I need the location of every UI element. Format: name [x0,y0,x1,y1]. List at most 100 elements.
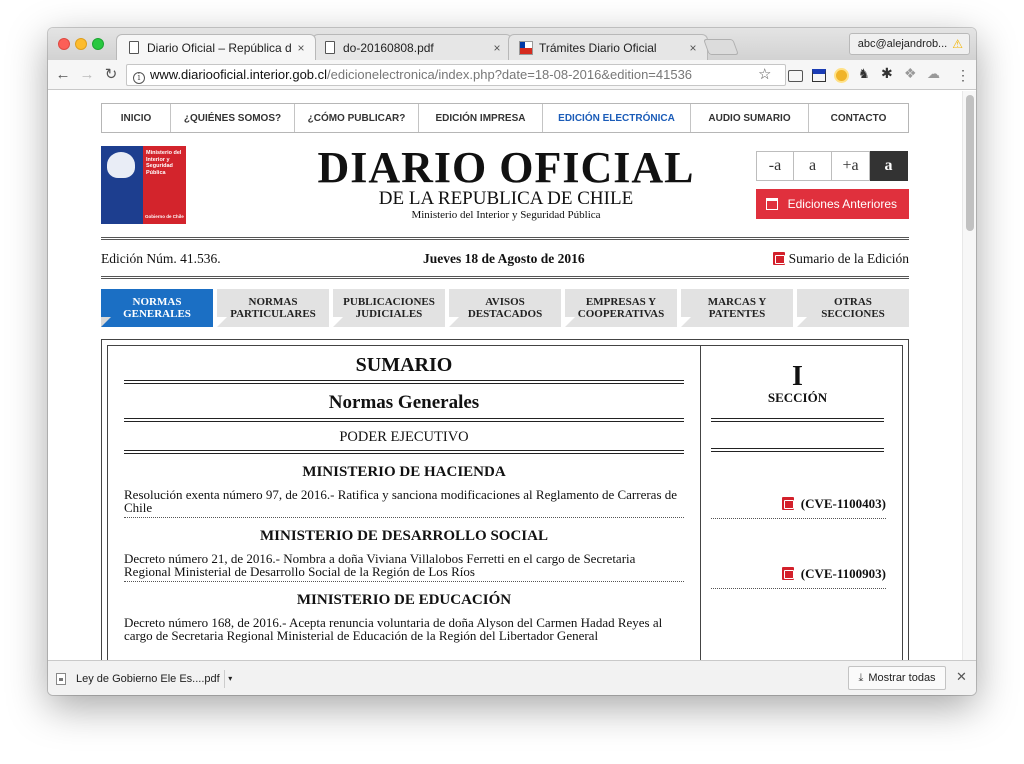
norm-entry-text[interactable]: Resolución exenta número 97, de 2016.- R… [124,488,684,516]
tab-line: GENERALES [123,308,191,320]
menu-dots-icon[interactable]: ⋮ [956,65,970,85]
sumario-main-column: SUMARIO Normas Generales PODER EJECUTIVO… [124,346,684,644]
font-contrast-button[interactable]: a [870,151,908,181]
cloud-extension-icon[interactable]: ☁ [927,66,941,81]
tab-empresas-cooperativas[interactable]: EMPRESAS Y COOPERATIVAS [565,289,677,327]
download-item[interactable]: Ley de Gobierno Ele Es....pdf ▾ [56,668,236,689]
close-tab-icon[interactable]: × [295,41,307,55]
divider [124,380,684,384]
nav-contacto[interactable]: CONTACTO [809,104,908,132]
page-icon [129,41,139,54]
tab-avisos-destacados[interactable]: AVISOS DESTACADOS [449,289,561,327]
profile-button[interactable]: abc@alejandrob... ⚠ [848,33,970,55]
cve-label: (CVE-1100403) [800,496,886,511]
dotted-divider [124,517,684,518]
norm-entry-text[interactable]: Decreto número 21, de 2016.- Nombra a do… [124,552,684,580]
tab-tramites[interactable]: Trámites Diario Oficial × [508,34,708,60]
close-window-button[interactable] [58,38,70,50]
section-label: SECCIÓN [767,390,828,405]
forward-arrow-icon[interactable]: → [78,65,96,85]
zoom-window-button[interactable] [92,38,104,50]
tab-otras-secciones[interactable]: OTRAS SECCIONES [797,289,909,327]
dropbox-icon[interactable]: ❖ [904,65,918,81]
dotted-divider [711,518,886,519]
tab-title: Trámites Diario Oficial [539,40,657,55]
sun-extension-icon[interactable] [836,70,847,81]
browser-window: Diario Oficial – República de Chi × do-2… [48,28,976,695]
close-tab-icon[interactable]: × [491,41,503,55]
previous-editions-label: Ediciones Anteriores [787,197,897,211]
reload-icon[interactable]: ↻ [102,65,120,85]
gear-icon[interactable]: ✱ [881,65,895,81]
tab-line: PATENTES [708,308,766,320]
tab-strip: Diario Oficial – República de Chi × do-2… [48,28,976,60]
cast-icon[interactable] [788,70,803,82]
tab-line: COOPERATIVAS [577,308,665,320]
nav-audio-sumario[interactable]: AUDIO SUMARIO [691,104,809,132]
masthead-title: DIARIO OFICIAL [317,143,695,192]
divider [124,450,684,454]
info-icon[interactable]: i [133,72,145,84]
tab-publicaciones-judiciales[interactable]: PUBLICACIONES JUDICIALES [333,289,445,327]
ministry-heading: MINISTERIO DE EDUCACIÓN [296,592,512,608]
nav-como-publicar[interactable]: ¿CÓMO PUBLICAR? [295,104,419,132]
gobierno-de-chile-logo[interactable]: Ministerio del Interior y Seguridad Públ… [101,146,186,224]
address-bar[interactable]: i www.diariooficial.interior.gob.cl/edici… [126,64,786,86]
new-tab-button[interactable] [703,39,739,55]
edition-date: Jueves 18 de Agosto de 2016 [423,251,585,266]
edition-summary-link[interactable]: Sumario de la Edición [772,251,909,267]
cve-link[interactable]: (CVE-1100403) [781,496,886,512]
cve-link[interactable]: (CVE-1100903) [781,566,886,582]
nav-inicio[interactable]: INICIO [102,104,171,132]
diario-oficial-site: INICIO ¿QUIÉNES SOMOS? ¿CÓMO PUBLICAR? E… [101,103,909,660]
nav-edicion-impresa[interactable]: EDICIÓN IMPRESA [419,104,543,132]
tab-normas-particulares[interactable]: NORMAS PARTICULARES [217,289,329,327]
divider [124,418,684,422]
tab-pdf[interactable]: do-20160808.pdf × [312,34,512,60]
tab-line: PUBLICACIONES [343,296,435,308]
font-increase-button[interactable]: +a [832,151,870,181]
tab-diario-oficial[interactable]: Diario Oficial – República de Chi × [116,34,316,60]
download-arrow-icon: ⤓ [858,671,864,684]
bookmark-star-icon[interactable]: ☆ [758,65,771,83]
back-arrow-icon[interactable]: ← [54,65,72,85]
font-normal-button[interactable]: a [794,151,832,181]
cve-label: (CVE-1100903) [800,566,886,581]
url-path: /edicionelectronica/index.php?date=18-08… [327,67,693,82]
nav-edicion-electronica[interactable]: EDICIÓN ELECTRÓNICA [543,104,691,132]
page-scrollbar[interactable] [962,91,976,660]
tab-marcas-patentes[interactable]: MARCAS Y PATENTES [681,289,793,327]
section-roman-numeral: I [792,361,803,392]
show-all-downloads-button[interactable]: ⤓ Mostrar todas [848,666,946,690]
pdf-icon [781,497,794,510]
url-host: www.diariooficial.interior.gob.cl [150,67,328,82]
minimize-window-button[interactable] [75,38,87,50]
sumario-branch: PODER EJECUTIVO [339,429,469,445]
tab-line: SECCIONES [821,308,885,320]
chile-flag-icon [519,40,533,55]
previous-editions-button[interactable]: Ediciones Anteriores [756,189,909,219]
masthead: DIARIO OFICIAL DE LA REPUBLICA DE CHILE … [301,145,711,222]
logo-panel [101,146,143,184]
tab-title: Diario Oficial – República de Chi [147,40,291,55]
site-header: Ministerio del Interior y Seguridad Públ… [101,133,909,233]
chevron-down-icon[interactable]: ▾ [223,669,236,688]
close-tab-icon[interactable]: × [687,41,699,55]
masthead-ministry: Ministerio del Interior y Seguridad Públ… [411,209,601,221]
tab-normas-generales[interactable]: NORMAS GENERALES [101,289,213,327]
font-decrease-button[interactable]: -a [756,151,794,181]
sumario-side-column: I SECCIÓN (CVE-1100403) (CVE-1100903) [700,346,894,660]
nav-quienes-somos[interactable]: ¿QUIÉNES SOMOS? [171,104,295,132]
incognito-extension-icon[interactable]: ♞ [858,66,872,81]
show-all-label: Mostrar todas [868,672,936,684]
tab-line: OTRAS [834,296,872,308]
download-filename: Ley de Gobierno Ele Es....pdf [76,672,220,685]
tab-line: AVISOS [485,296,525,308]
norm-entry-text[interactable]: Decreto número 168, de 2016.- Acepta ren… [124,616,684,644]
scrollbar-thumb[interactable] [966,95,974,231]
bookmark-manager-icon[interactable] [812,69,826,82]
close-icon[interactable]: ✕ [956,669,967,685]
logo-ministry-text: Ministerio del Interior y Seguridad Públ… [146,150,182,176]
font-size-controls: -a a +a a [756,151,908,181]
edition-bar: Edición Núm. 41.536. Jueves 18 de Agosto… [101,237,909,279]
